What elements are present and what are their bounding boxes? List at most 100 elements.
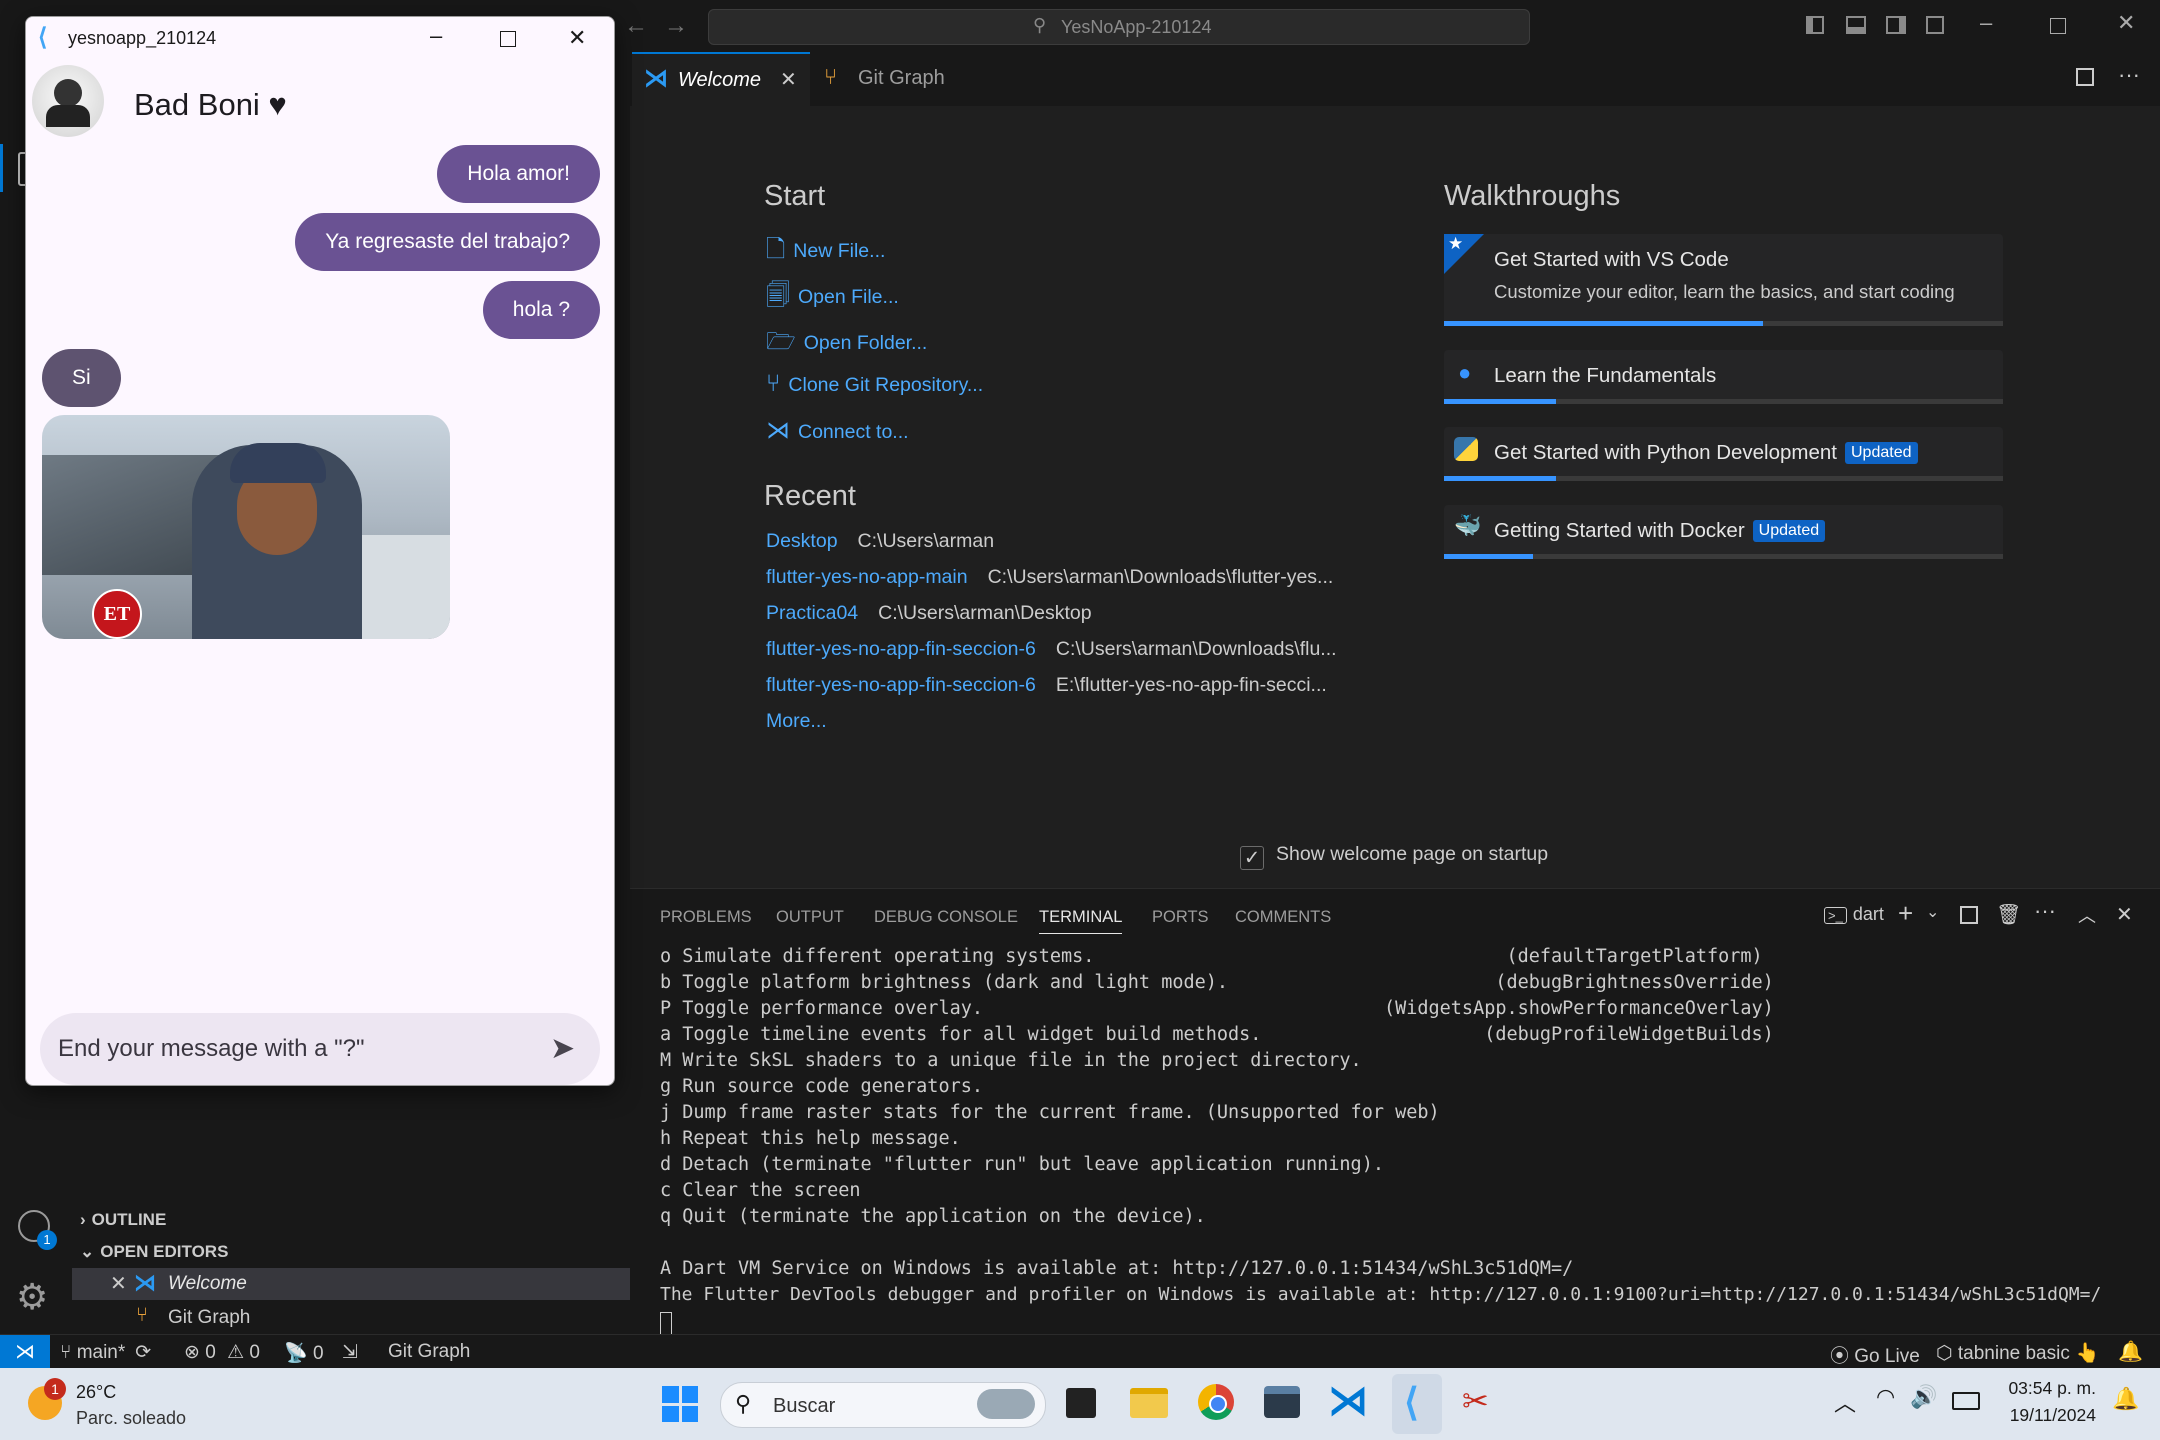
close-panel-icon[interactable]: ✕ (2116, 902, 2133, 927)
recent-item[interactable]: flutter-yes-no-app-fin-seccion-6 E:\flutt… (766, 674, 1327, 697)
open-editor-git-graph[interactable]: ⑂ Git Graph (72, 1302, 630, 1334)
tab-terminal[interactable]: TERMINAL (1039, 908, 1123, 934)
chevron-down-icon[interactable]: ⌄ (1926, 902, 1939, 922)
walkthrough-progress (1444, 554, 2003, 559)
ports-indicator[interactable]: 📡 0 (284, 1341, 324, 1365)
show-on-startup-checkbox[interactable]: ✓ Show welcome page on startup (1240, 843, 1548, 870)
command-center-search[interactable]: ⚲ YesNoApp-210124 (708, 9, 1530, 45)
tab-problems[interactable]: PROBLEMS (660, 908, 752, 927)
battery-icon[interactable] (1952, 1392, 1980, 1410)
tab-git-graph[interactable]: ⑂ Git Graph (812, 52, 952, 106)
clock[interactable]: 03:54 p. m. 19/11/2024 (1996, 1378, 2096, 1426)
new-file-link[interactable]: 🗋 New File... (766, 232, 885, 273)
manage-gear-icon[interactable]: ⚙ (16, 1276, 48, 1318)
minimize-icon[interactable]: – (430, 23, 442, 49)
tab-comments[interactable]: COMMENTS (1235, 908, 1331, 927)
more-actions-icon[interactable]: ··· (2118, 62, 2140, 88)
task-view-icon[interactable] (1066, 1388, 1096, 1418)
open-file-icon: 🗐 (766, 282, 790, 309)
walkthrough-card[interactable]: Get Started with Python Development Updat… (1444, 427, 2003, 481)
remote-indicator[interactable]: ⋊ (0, 1335, 50, 1369)
customize-layout-icon[interactable] (1926, 16, 1944, 34)
terminal-line: j Dump frame raster stats for the curren… (660, 1102, 1440, 1123)
walkthrough-card[interactable]: ● Learn the Fundamentals (1444, 350, 2003, 404)
new-terminal-icon[interactable]: + (1898, 898, 1913, 929)
toggle-panel-icon[interactable] (1846, 16, 1866, 34)
recent-item[interactable]: Practica04 C:\Users\arman\Desktop (766, 602, 1092, 625)
flutter-app-window: ⟨ yesnoapp_210124 – ✕ Bad Boni ♥ Hola am… (25, 16, 615, 1086)
open-file-link[interactable]: 🗐 Open File... (766, 278, 899, 319)
weather-desc: Parc. soleado (76, 1408, 187, 1428)
tab-ports[interactable]: PORTS (1152, 908, 1209, 927)
tab-label: Welcome (678, 69, 761, 91)
wifi-icon[interactable]: ◠ (1876, 1384, 1895, 1410)
notification-center-icon[interactable]: 🔔 (2112, 1386, 2139, 1412)
maximize-icon[interactable] (500, 31, 516, 47)
close-editor-icon[interactable]: ✕ (110, 1271, 127, 1296)
problems-indicator[interactable]: ⊗ 0 ⚠ 0 (184, 1341, 260, 1364)
restore-icon[interactable] (2050, 18, 2066, 34)
walkthrough-card[interactable]: 🐳 Getting Started with Docker Updated (1444, 505, 2003, 559)
star-icon: ★ (1448, 234, 1464, 253)
clone-repo-link[interactable]: ⑂ Clone Git Repository... (766, 370, 983, 398)
more-actions-icon[interactable]: ··· (2034, 898, 2056, 924)
branch-indicator[interactable]: ⑂ main* ⟳ (60, 1341, 151, 1364)
snipping-tool-icon[interactable]: ✂ (1462, 1382, 1489, 1420)
send-icon[interactable]: ➤ (550, 1031, 575, 1066)
more-recent-link[interactable]: More... (766, 710, 827, 733)
close-tab-icon[interactable]: ✕ (780, 67, 797, 92)
vscode-taskbar-icon[interactable]: ⋊ (1328, 1378, 1368, 1424)
maximize-panel-icon[interactable]: ︿ (2078, 902, 2096, 928)
vscode-logo-icon: ⋊ (644, 65, 668, 92)
walkthroughs-heading: Walkthroughs (1444, 180, 1621, 212)
tabnine-status[interactable]: ⬡ tabnine basic 👆 (1936, 1341, 2100, 1365)
file-explorer-icon[interactable] (1130, 1388, 1168, 1418)
close-icon[interactable]: ✕ (568, 25, 586, 51)
weather-widget[interactable]: 1 26°C Parc. soleado (26, 1378, 206, 1434)
clock-time: 03:54 p. m. (2008, 1378, 2096, 1398)
forward-arrow-icon[interactable]: → (664, 12, 688, 40)
walkthrough-card[interactable]: ★ Get Started with VS Code Customize you… (1444, 234, 2003, 326)
show-hidden-icons[interactable]: ︿ (1834, 1386, 1856, 1418)
start-button[interactable] (662, 1386, 698, 1422)
recent-item[interactable]: flutter-yes-no-app-fin-seccion-6 C:\Users… (766, 638, 1337, 661)
weather-temp: 26°C (76, 1382, 117, 1402)
window-titlebar: ⟨ yesnoapp_210124 – ✕ (26, 17, 614, 59)
active-indicator (0, 144, 3, 192)
split-terminal-icon[interactable] (1960, 906, 1978, 924)
tab-debug-console[interactable]: DEBUG CONSOLE (874, 908, 1018, 927)
back-arrow-icon[interactable]: ← (624, 12, 648, 40)
open-editors-section[interactable]: ⌄ OPEN EDITORS (80, 1242, 228, 1262)
flutter-taskbar-icon[interactable]: ⟨ (1392, 1374, 1442, 1434)
search-placeholder: Buscar (773, 1395, 836, 1417)
toggle-secondary-sidebar-icon[interactable] (1886, 16, 1906, 34)
git-graph-status[interactable]: Git Graph (388, 1341, 470, 1363)
minimize-icon[interactable]: – (1980, 10, 1992, 36)
terminal-output[interactable]: o Simulate different operating systems. … (660, 946, 2140, 1336)
close-icon[interactable]: ✕ (2117, 10, 2135, 36)
tab-output[interactable]: OUTPUT (776, 908, 844, 927)
connect-to-link[interactable]: ⋊ Connect to... (766, 416, 909, 445)
walkthrough-title: Get Started with VS Code (1494, 248, 1729, 271)
terminal-selector[interactable]: >_ dart (1824, 904, 1884, 925)
chrome-icon[interactable] (1198, 1384, 1234, 1420)
hand-icon: 👆 (2075, 1343, 2100, 1364)
terminal-app-icon[interactable] (1264, 1386, 1300, 1418)
deploy-icon[interactable]: ⇲ (342, 1341, 358, 1364)
notifications-bell-icon[interactable]: 🔔 (2118, 1339, 2143, 1364)
open-editor-welcome[interactable]: ✕ ⋊ Welcome (72, 1268, 630, 1300)
recent-item[interactable]: flutter-yes-no-app-main C:\Users\arman\Do… (766, 566, 1333, 589)
gif-image: ET (42, 415, 450, 639)
open-folder-link[interactable]: 🗁 Open Folder... (766, 324, 927, 365)
trash-icon[interactable]: 🗑 (1996, 902, 2021, 927)
split-editor-icon[interactable] (2076, 68, 2094, 86)
toggle-primary-sidebar-icon[interactable] (1806, 16, 1824, 34)
outline-section[interactable]: › OUTLINE (80, 1210, 166, 1230)
recent-item[interactable]: Desktop C:\Users\arman (766, 530, 994, 553)
volume-icon[interactable]: 🔊 (1910, 1384, 1937, 1410)
message-input[interactable]: End your message with a "?" ➤ (40, 1013, 600, 1085)
go-live-button[interactable]: ⦿ Go Live (1830, 1341, 1920, 1368)
taskbar-search[interactable]: ⚲ Buscar (720, 1382, 1046, 1428)
tab-welcome[interactable]: ⋊ Welcome ✕ (632, 52, 810, 106)
search-icon: ⚲ (1033, 15, 1047, 35)
